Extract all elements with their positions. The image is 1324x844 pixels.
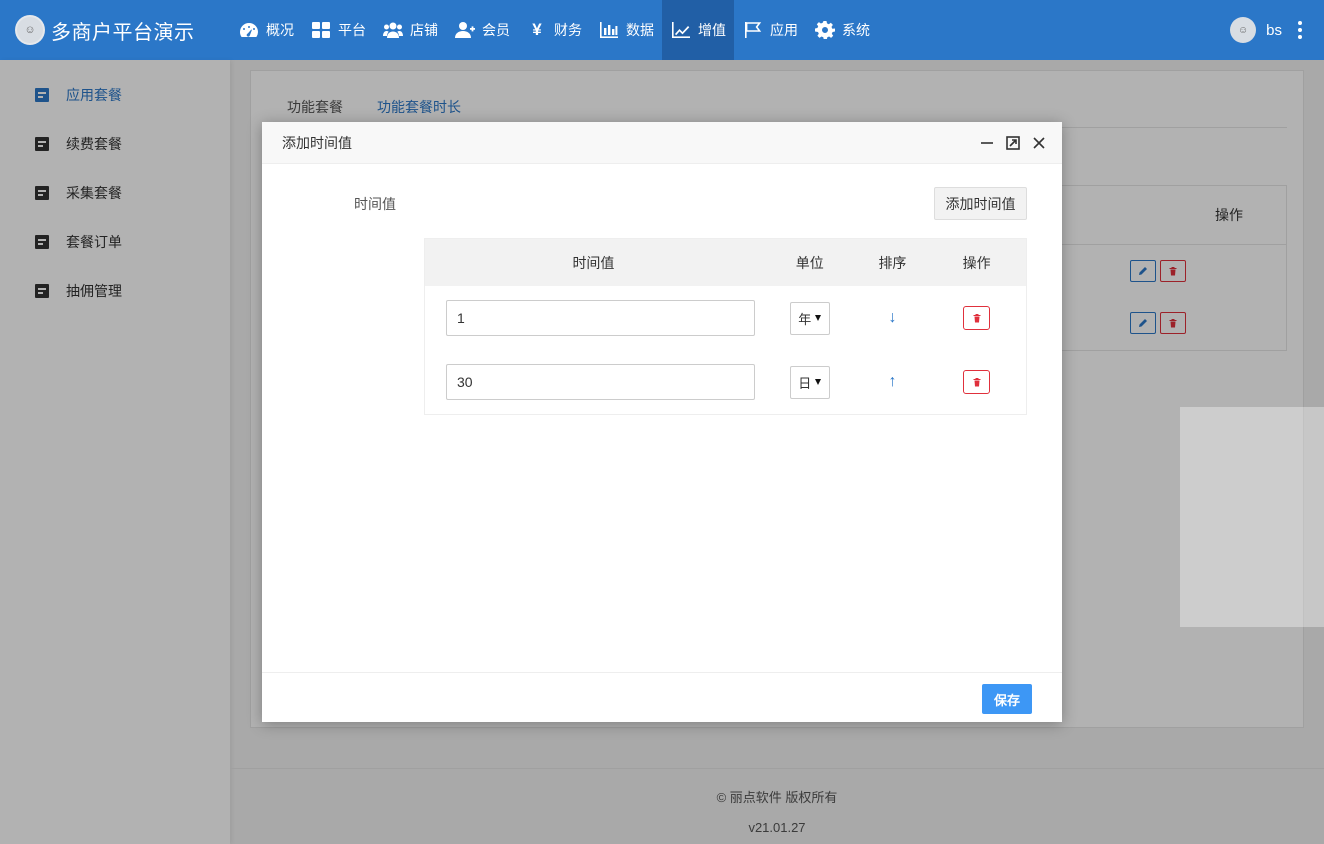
nav-label: 系统 [842,22,870,38]
nav-value-added[interactable]: 增值 [662,0,734,60]
column-header-sort: 排序 [878,254,907,271]
time-value-input[interactable] [445,364,755,400]
minimize-icon[interactable] [980,136,994,150]
nav-finance[interactable]: ¥ 财务 [518,0,590,60]
user-name[interactable]: bs [1266,22,1282,39]
table-header: 时间值 单位 排序 操作 [425,239,1026,286]
avatar[interactable]: ☺ [1230,17,1257,43]
nav-label: 会员 [482,22,510,38]
add-time-value-button[interactable]: 添加时间值 [934,187,1027,220]
maximize-icon[interactable] [1006,136,1020,150]
brand-title: 多商户平台演示 [51,21,195,44]
column-header-ops: 操作 [962,254,991,271]
nav-members[interactable]: 会员 [446,0,518,60]
nav-data[interactable]: 数据 [590,0,662,60]
nav-label: 数据 [626,22,654,38]
nav-overview[interactable]: 概况 [230,0,302,60]
dialog-header: 添加时间值 [262,122,1062,164]
nav-platform[interactable]: 平台 [302,0,374,60]
nav-shops[interactable]: 店铺 [374,0,446,60]
bar-chart-icon [598,20,620,40]
user-plus-icon [454,20,476,40]
dialog-controls [980,122,1046,164]
close-icon[interactable] [1032,136,1046,150]
table-row: 年 ↓ [425,286,1026,350]
time-value-label: 时间值 [354,196,396,212]
line-chart-icon [670,20,692,40]
user-menu[interactable]: ☺ bs [1230,0,1302,60]
dashboard-icon [238,20,260,40]
nav-label: 概况 [266,22,294,38]
brand[interactable]: ☺ 多商户平台演示 [0,15,230,45]
nav-label: 店铺 [410,22,438,38]
nav-system[interactable]: 系统 [806,0,878,60]
nav-label: 增值 [698,22,726,38]
main-nav: 概况 平台 店铺 会员 ¥ 财务 数据 增值 应用 系统 [230,0,878,60]
table-row: 日 ↑ [425,350,1026,414]
nav-label: 应用 [770,22,798,38]
save-button[interactable]: 保存 [982,684,1032,714]
delete-row-button[interactable] [963,370,991,394]
unit-select[interactable]: 年 [789,301,830,335]
top-navbar: ☺ 多商户平台演示 概况 平台 店铺 会员 ¥ 财务 数据 增值 应用 系统 ☺… [0,0,1324,60]
delete-row-button[interactable] [963,306,991,330]
unit-selected: 日 [798,375,812,391]
trash-icon [973,314,981,323]
nav-label: 财务 [554,22,582,38]
time-value-input[interactable] [445,300,755,336]
column-header-value: 时间值 [572,254,615,271]
ghost-panel [1180,407,1324,627]
grid-icon [310,20,332,40]
gear-icon [814,20,836,40]
brand-logo-icon: ☺ [15,15,45,45]
time-value-table: 时间值 单位 排序 操作 年 ↓ 日 ↑ [424,238,1027,415]
column-header-unit: 单位 [795,254,824,271]
caret-down-icon [815,315,822,321]
dialog-footer: 保存 [262,672,1062,722]
add-time-value-dialog: 添加时间值 时间值 添加时间值 时间值 单位 排序 操作 年 ↓ 日 ↑ 保存 [262,122,1062,722]
users-icon [382,20,404,40]
caret-down-icon [815,379,822,385]
flag-icon [742,20,764,40]
arrow-down-icon[interactable]: ↓ [888,309,896,327]
unit-select[interactable]: 日 [789,365,830,399]
nav-label: 平台 [338,22,366,38]
trash-icon [973,378,981,387]
more-vertical-icon[interactable] [1298,21,1302,39]
arrow-up-icon[interactable]: ↑ [888,373,896,391]
dialog-title: 添加时间值 [282,134,352,151]
nav-apps[interactable]: 应用 [734,0,806,60]
unit-selected: 年 [798,311,812,327]
yen-icon: ¥ [532,20,542,39]
